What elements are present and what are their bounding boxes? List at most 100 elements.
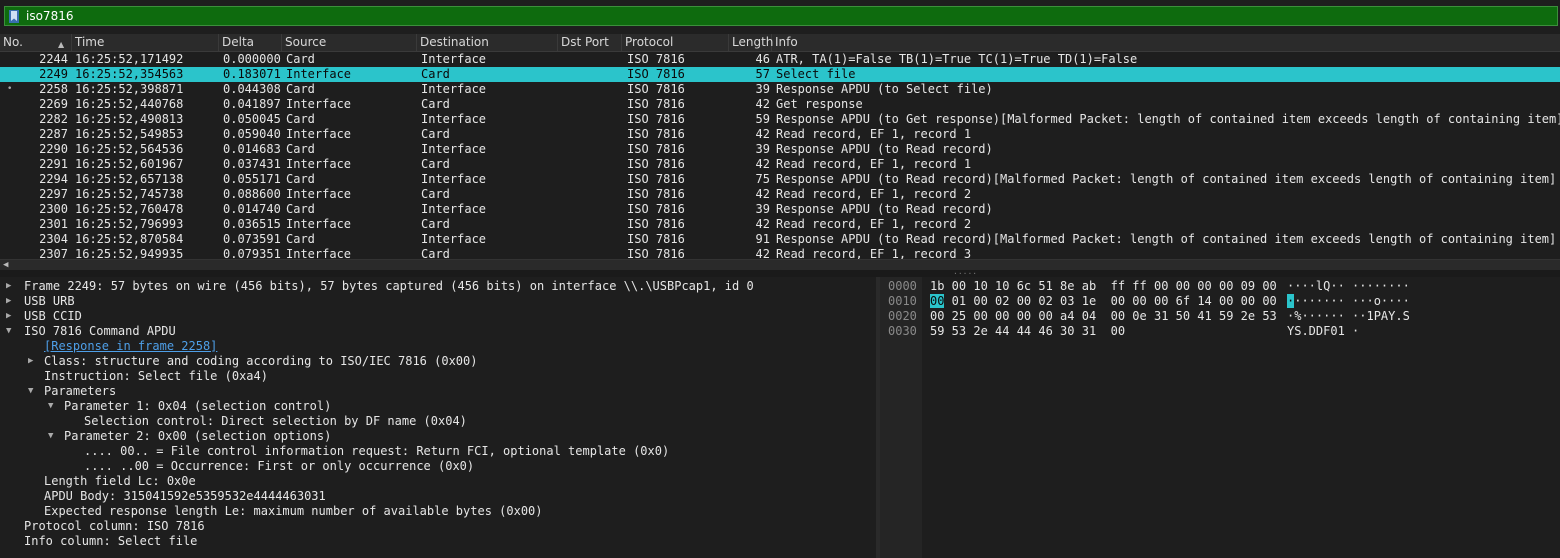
packet-length-cell: 39 bbox=[755, 202, 770, 216]
column-header-no[interactable]: No. ▲ bbox=[0, 34, 72, 51]
column-header-protocol[interactable]: Protocol bbox=[622, 34, 729, 51]
packet-row[interactable]: 2297 16:25:52,745738 0.088600 Interface Card… bbox=[0, 187, 1560, 202]
packet-row[interactable]: 2287 16:25:52,549853 0.059040 Interface Card… bbox=[0, 127, 1560, 142]
detail-tree-item[interactable]: Parameter 2: 0x00 (selection options) bbox=[64, 429, 331, 444]
expanded-triangle-icon[interactable]: ▼ bbox=[28, 384, 33, 399]
packet-details-pane[interactable]: ▶ Frame 2249: 57 bytes on wire (456 bits)… bbox=[0, 277, 876, 558]
detail-tree-item[interactable]: .... 00.. = File control information req… bbox=[84, 444, 669, 459]
detail-tree-item[interactable]: Length field Lc: 0x0e bbox=[44, 474, 196, 489]
byte-offset: 0010 bbox=[888, 294, 917, 308]
column-header-time[interactable]: Time bbox=[72, 34, 219, 51]
packet-delta-cell: 0.014683 bbox=[223, 142, 281, 156]
packet-destination-cell: Card bbox=[421, 217, 450, 231]
collapsed-triangle-icon[interactable]: ▶ bbox=[6, 279, 11, 294]
packet-time-cell: 16:25:52,870584 bbox=[75, 232, 184, 246]
packet-time-cell: 16:25:52,601967 bbox=[75, 157, 184, 171]
detail-tree-item[interactable]: Protocol column: ISO 7816 bbox=[24, 519, 205, 534]
detail-tree-item[interactable]: Instruction: Select file (0xa4) bbox=[44, 369, 268, 384]
response-frame-link[interactable]: [Response in frame 2258] bbox=[44, 339, 217, 354]
column-header-dst-port[interactable]: Dst Port bbox=[558, 34, 622, 51]
ascii-bytes-line[interactable]: ····lQ·· ········ bbox=[1287, 279, 1410, 294]
ascii-bytes-line[interactable]: ········ ···o···· bbox=[1287, 294, 1410, 309]
packet-info-cell: Response APDU (to Select file) bbox=[776, 82, 993, 96]
detail-tree-item[interactable]: .... ..00 = Occurrence: First or only oc… bbox=[84, 459, 474, 474]
expanded-triangle-icon[interactable]: ▼ bbox=[48, 399, 53, 414]
detail-tree-item[interactable]: Parameter 1: 0x04 (selection control) bbox=[64, 399, 331, 414]
packet-delta-cell: 0.183071 bbox=[223, 67, 281, 81]
packet-delta-cell: 0.044308 bbox=[223, 82, 281, 96]
detail-tree-item[interactable]: Selection control: Direct selection by D… bbox=[84, 414, 467, 429]
packet-destination-cell: Interface bbox=[421, 232, 487, 246]
packet-no-cell: 2301 bbox=[39, 217, 68, 231]
packet-row[interactable]: 2249 16:25:52,354563 0.183071 Interface Card… bbox=[0, 67, 1560, 82]
expanded-triangle-icon[interactable]: ▼ bbox=[48, 429, 53, 444]
packet-row[interactable]: 2290 16:25:52,564536 0.014683 Card Interface… bbox=[0, 142, 1560, 157]
packet-row[interactable]: 2301 16:25:52,796993 0.036515 Interface Card… bbox=[0, 217, 1560, 232]
detail-tree-item[interactable]: APDU Body: 315041592e5359532e4444463031 bbox=[44, 489, 326, 504]
packet-row[interactable]: 2269 16:25:52,440768 0.041897 Interface Card… bbox=[0, 97, 1560, 112]
bookmark-icon[interactable] bbox=[9, 10, 19, 23]
packet-delta-cell: 0.079351 bbox=[223, 247, 281, 259]
packet-row[interactable]: 2304 16:25:52,870584 0.073591 Card Interface… bbox=[0, 232, 1560, 247]
packet-delta-cell: 0.000000 bbox=[223, 52, 281, 66]
ascii-bytes-line[interactable]: ·%······ ··1PAY.S bbox=[1287, 309, 1410, 324]
packet-protocol-cell: ISO 7816 bbox=[627, 217, 685, 231]
packet-info-cell: Response APDU (to Read record)[Malformed… bbox=[776, 172, 1557, 186]
display-filter-input[interactable]: iso7816 bbox=[4, 6, 1558, 26]
detail-tree-item[interactable]: ISO 7816 Command APDU bbox=[24, 324, 176, 339]
hex-bytes-line[interactable]: 00 25 00 00 00 00 a4 04 00 0e 31 50 41 5… bbox=[930, 309, 1277, 324]
packet-info-cell: Read record, EF 1, record 1 bbox=[776, 127, 972, 141]
column-header-source[interactable]: Source bbox=[282, 34, 417, 51]
packet-destination-cell: Card bbox=[421, 247, 450, 259]
hex-byte-highlight[interactable]: 00 bbox=[930, 294, 945, 308]
column-header-delta[interactable]: Delta bbox=[219, 34, 282, 51]
hex-byte-text: 59 53 2e 44 44 46 30 31 00 bbox=[930, 324, 1126, 338]
packet-row[interactable]: 2300 16:25:52,760478 0.014740 Card Interface… bbox=[0, 202, 1560, 217]
hex-bytes-line[interactable]: 59 53 2e 44 44 46 30 31 00 bbox=[930, 324, 1125, 339]
packet-source-cell: Card bbox=[286, 172, 315, 186]
detail-tree-item[interactable]: Parameters bbox=[44, 384, 116, 399]
packet-source-cell: Interface bbox=[286, 67, 352, 81]
packet-time-cell: 16:25:52,564536 bbox=[75, 142, 184, 156]
packet-source-cell: Interface bbox=[286, 247, 352, 259]
packet-time-cell: 16:25:52,760478 bbox=[75, 202, 184, 216]
detail-tree-item[interactable]: Frame 2249: 57 bytes on wire (456 bits),… bbox=[24, 279, 754, 294]
packet-length-cell: 75 bbox=[755, 172, 770, 186]
column-header-info[interactable]: Info bbox=[772, 34, 1560, 51]
collapsed-triangle-icon[interactable]: ▶ bbox=[6, 309, 11, 324]
packet-row[interactable]: 2282 16:25:52,490813 0.050045 Card Interface… bbox=[0, 112, 1560, 127]
ascii-bytes-line[interactable]: YS.DDF01 · bbox=[1287, 324, 1359, 339]
packet-row[interactable]: 2244 16:25:52,171492 0.000000 Card Interface… bbox=[0, 52, 1560, 67]
packet-list[interactable]: 2244 16:25:52,171492 0.000000 Card Interface… bbox=[0, 52, 1560, 259]
detail-tree-item[interactable]: Class: structure and coding according to… bbox=[44, 354, 477, 369]
expanded-triangle-icon[interactable]: ▼ bbox=[6, 324, 11, 339]
detail-tree-item[interactable]: Expected response length Le: maximum num… bbox=[44, 504, 543, 519]
packet-no-cell: 2290 bbox=[39, 142, 68, 156]
packet-time-cell: 16:25:52,440768 bbox=[75, 97, 184, 111]
column-header-length[interactable]: Length bbox=[729, 34, 773, 51]
pane-splitter[interactable]: ····· bbox=[0, 270, 1560, 278]
ascii-byte-text: ····lQ·· ········ bbox=[1287, 279, 1410, 293]
packet-delta-cell: 0.073591 bbox=[223, 232, 281, 246]
packet-protocol-cell: ISO 7816 bbox=[627, 127, 685, 141]
collapsed-triangle-icon[interactable]: ▶ bbox=[28, 354, 33, 369]
packet-row[interactable]: • 2258 16:25:52,398871 0.044308 Card Interfac… bbox=[0, 82, 1560, 97]
packet-row[interactable]: 2294 16:25:52,657138 0.055171 Card Interface… bbox=[0, 172, 1560, 187]
hex-bytes-line[interactable]: 00 01 00 02 00 02 03 1e 00 00 00 6f 14 0… bbox=[930, 294, 1277, 309]
detail-tree-item[interactable]: Info column: Select file bbox=[24, 534, 197, 549]
packet-no-cell: 2304 bbox=[39, 232, 68, 246]
detail-tree-item[interactable]: USB CCID bbox=[24, 309, 82, 324]
packet-info-cell: Select file bbox=[776, 67, 856, 81]
packet-destination-cell: Card bbox=[421, 67, 450, 81]
hex-bytes-line[interactable]: 1b 00 10 10 6c 51 8e ab ff ff 00 00 00 0… bbox=[930, 279, 1277, 294]
packet-no-cell: 2269 bbox=[39, 97, 68, 111]
packet-protocol-cell: ISO 7816 bbox=[627, 157, 685, 171]
detail-tree-item[interactable]: USB URB bbox=[24, 294, 75, 309]
packet-time-cell: 16:25:52,657138 bbox=[75, 172, 184, 186]
collapsed-triangle-icon[interactable]: ▶ bbox=[6, 294, 11, 309]
packet-row[interactable]: 2307 16:25:52,949935 0.079351 Interface Card… bbox=[0, 247, 1560, 259]
column-header-destination[interactable]: Destination bbox=[417, 34, 558, 51]
packet-delta-cell: 0.088600 bbox=[223, 187, 281, 201]
packet-row[interactable]: 2291 16:25:52,601967 0.037431 Interface Card… bbox=[0, 157, 1560, 172]
packet-bytes-pane[interactable]: 0000 0010 0020 0030 1b 00 10 10 6c 51 8e ab… bbox=[880, 277, 1560, 558]
